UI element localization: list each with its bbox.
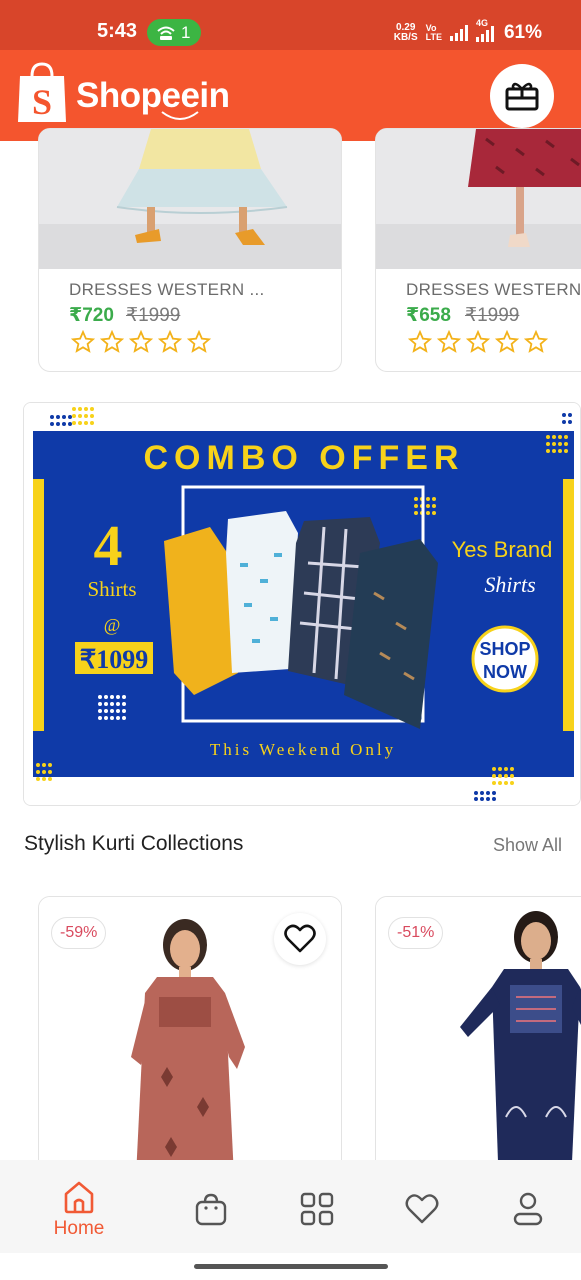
nav-home[interactable]: Home xyxy=(39,1160,119,1253)
app-screen: 5:43 1 0.29 KB/S Vo LTE 4G 61% S Shopeei… xyxy=(0,0,581,1280)
banner-artwork: COMBO OFFER 4 Shirts @ ₹1099 Yes Brand S… xyxy=(24,403,580,805)
gift-card-icon xyxy=(505,82,539,111)
shopping-bag-logo-icon: S xyxy=(18,62,66,122)
wishlist-icon xyxy=(405,1194,439,1224)
star-icon xyxy=(187,330,211,353)
star-icon xyxy=(158,330,182,353)
logo-letter: S xyxy=(32,82,52,122)
product-price: ₹720 xyxy=(69,305,114,326)
status-bar: 5:43 1 0.29 KB/S Vo LTE 4G 61% xyxy=(0,0,581,50)
banner-brand-line1: Yes Brand xyxy=(452,537,553,562)
product-card[interactable]: DRESSES WESTERN ... ₹720 ₹1999 xyxy=(38,128,342,372)
logo-smile-icon xyxy=(161,111,199,120)
hotspot-icon xyxy=(157,26,175,40)
rating-stars xyxy=(71,330,211,354)
banner-cta-line2: NOW xyxy=(483,662,527,682)
combo-offer-banner[interactable]: COMBO OFFER 4 Shirts @ ₹1099 Yes Brand S… xyxy=(23,402,581,806)
bottom-navigation: Home xyxy=(0,1160,581,1253)
product-mrp: ₹1999 xyxy=(126,305,181,326)
dress-image xyxy=(376,129,581,269)
discount-badge: -59% xyxy=(51,917,107,949)
gift-button[interactable] xyxy=(490,64,554,128)
hotspot-pill: 1 xyxy=(147,19,201,46)
status-icons: 0.29 KB/S Vo LTE 4G 61% xyxy=(394,18,542,46)
banner-headline: COMBO OFFER xyxy=(144,439,465,477)
star-icon xyxy=(495,330,519,353)
signal-icon xyxy=(449,25,468,41)
hotspot-count: 1 xyxy=(181,23,191,42)
status-time: 5:43 xyxy=(97,20,138,42)
wishlist-button[interactable] xyxy=(274,913,326,965)
volte-indicator: Vo LTE xyxy=(426,24,442,42)
signal-icon-2 xyxy=(475,26,494,42)
battery-level: 61% xyxy=(503,22,542,43)
network-4g: 4G xyxy=(475,18,494,42)
product-card[interactable]: DRESSES WESTERN ... ₹658 ₹1999 xyxy=(375,128,581,372)
discount-badge: -51% xyxy=(388,917,444,949)
heart-icon xyxy=(284,924,316,953)
net-speed-unit: KB/S xyxy=(393,32,418,43)
star-icon xyxy=(524,330,548,353)
product-mrp: ₹1999 xyxy=(465,305,520,326)
product-name: DRESSES WESTERN ... xyxy=(69,280,265,299)
nav-home-label: Home xyxy=(53,1218,105,1239)
product-image xyxy=(376,129,581,269)
nav-categories[interactable] xyxy=(277,1160,357,1253)
banner-footer: This Weekend Only xyxy=(210,740,396,759)
volte-mid: LTE xyxy=(425,32,442,42)
nav-profile[interactable] xyxy=(488,1160,568,1253)
brand-name: Shopeein xyxy=(76,76,230,115)
banner-item: Shirts xyxy=(87,577,136,601)
dress-image xyxy=(39,129,341,269)
gesture-area xyxy=(0,1253,581,1280)
network-type: 4G xyxy=(475,18,488,28)
nav-cart[interactable] xyxy=(171,1160,251,1253)
banner-count: 4 xyxy=(94,513,123,578)
nav-wishlist[interactable] xyxy=(382,1160,462,1253)
star-icon xyxy=(408,330,432,353)
star-icon xyxy=(437,330,461,353)
net-speed: 0.29 KB/S xyxy=(394,23,418,43)
star-icon xyxy=(129,330,153,353)
section-title: Stylish Kurti Collections xyxy=(24,832,244,855)
product-image xyxy=(39,129,341,269)
star-icon xyxy=(71,330,95,353)
star-icon xyxy=(100,330,124,353)
banner-price: ₹1099 xyxy=(80,645,149,674)
home-icon xyxy=(64,1181,94,1214)
bag-icon xyxy=(195,1193,227,1226)
gesture-handle[interactable] xyxy=(194,1264,388,1269)
star-icon xyxy=(466,330,490,353)
banner-brand-line2: Shirts xyxy=(484,572,535,597)
profile-icon xyxy=(513,1192,543,1226)
banner-at: @ xyxy=(104,615,121,635)
kurti-card[interactable]: -51% xyxy=(375,896,581,1196)
product-price: ₹658 xyxy=(406,305,451,326)
categories-icon xyxy=(300,1192,334,1226)
banner-cta-line1: SHOP xyxy=(479,639,530,659)
show-all-link[interactable]: Show All xyxy=(493,835,562,856)
product-name: DRESSES WESTERN ... xyxy=(406,280,581,299)
kurti-card[interactable]: -59% xyxy=(38,896,342,1196)
rating-stars xyxy=(408,330,548,354)
